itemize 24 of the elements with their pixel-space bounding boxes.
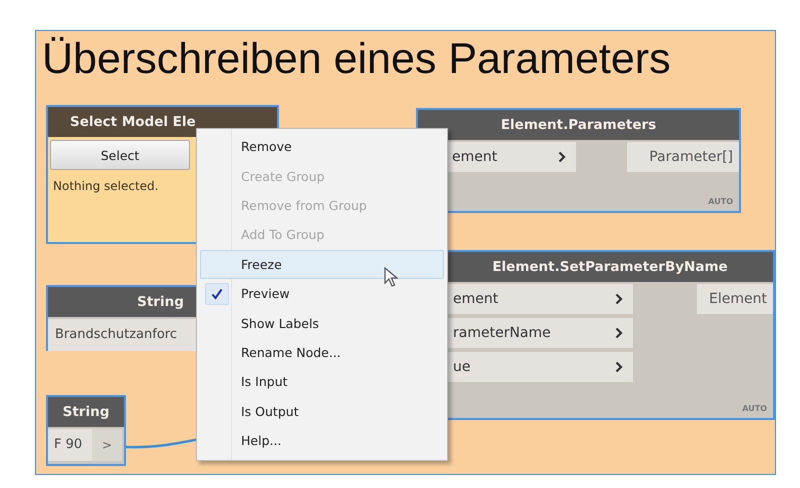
- node-title: String: [48, 397, 124, 427]
- input-port[interactable]: ue: [447, 352, 633, 382]
- output-port[interactable]: Element: [697, 284, 773, 314]
- node-title: Element.SetParameterByName: [447, 252, 773, 282]
- input-port[interactable]: ement: [447, 284, 633, 314]
- mouse-pointer-icon: [384, 267, 398, 287]
- chevron-icon: [615, 361, 623, 373]
- chevron-icon: [615, 293, 623, 305]
- menu-item[interactable]: Is Input: [200, 367, 444, 397]
- chevron-icon: [558, 151, 566, 163]
- lacing-label: AUTO: [708, 197, 733, 206]
- string-input[interactable]: F 90: [48, 429, 92, 461]
- output-port[interactable]: >: [92, 429, 122, 461]
- menu-item[interactable]: Freeze: [200, 250, 444, 279]
- select-button[interactable]: Select: [50, 140, 190, 170]
- chevron-icon: [615, 327, 623, 339]
- input-port[interactable]: rameterName: [447, 318, 633, 348]
- output-port[interactable]: Parameter[]: [627, 142, 739, 172]
- status-text: Nothing selected.: [53, 179, 158, 193]
- menu-item[interactable]: Is Output: [200, 396, 444, 426]
- lacing-label: AUTO: [742, 404, 767, 413]
- menu-item[interactable]: Help...: [200, 426, 444, 456]
- node-title: Element.Parameters: [418, 110, 739, 140]
- group-title: Überschreiben eines Parameters: [41, 34, 671, 83]
